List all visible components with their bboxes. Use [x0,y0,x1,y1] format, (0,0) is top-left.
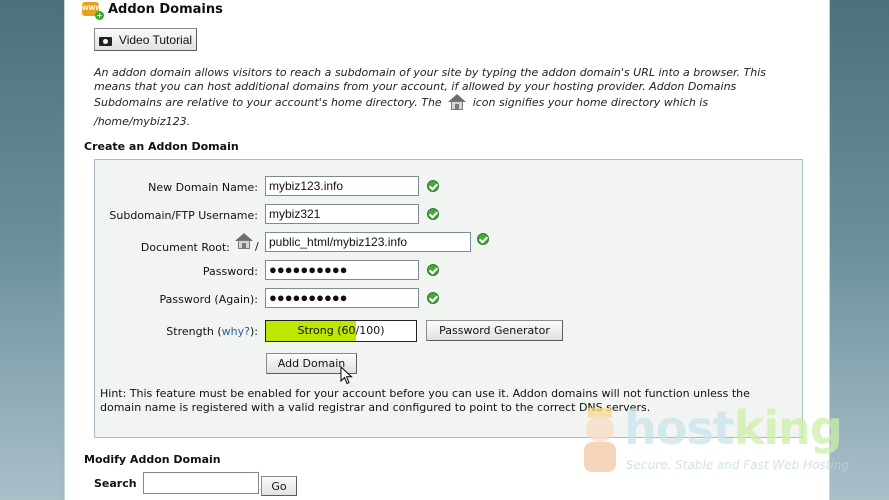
password-input[interactable]: ●●●●●●●●●● [265,260,419,280]
video-tutorial-label: Video Tutorial [118,32,193,47]
addon-domains-icon: WWW + [82,1,104,20]
left-background [0,0,60,500]
password-label: Password: [202,265,258,278]
strength-text: Strong (60/100) [297,324,385,337]
document-root-input[interactable]: public_html/mybiz123.info [265,232,471,252]
why-link[interactable]: why? [222,325,250,338]
page-header: WWW + Addon Domains [82,0,223,20]
password-generator-button[interactable]: Password Generator [426,320,563,341]
valid-check-icon [477,233,489,245]
document-root-label: Document Root: [140,241,230,254]
search-input[interactable] [143,472,259,494]
go-button[interactable]: Go [261,476,297,496]
camera-icon [98,34,113,46]
home-path-text: /home/mybiz123. [94,115,191,128]
modify-section-title: Modify Addon Domain [84,453,221,466]
subdomain-input[interactable]: mybiz321 [265,204,419,224]
create-section-title: Create an Addon Domain [84,140,239,153]
intro-text: An addon domain allows visitors to reach… [94,66,766,110]
valid-check-icon [427,264,439,276]
valid-check-icon [427,180,439,192]
document-root-prefix: / [255,240,259,253]
subdomain-label: Subdomain/FTP Username: [109,209,258,222]
password-again-label: Password (Again): [159,293,258,306]
new-domain-input[interactable]: mybiz123.info [265,176,419,196]
search-label: Search [94,477,137,490]
strength-label: Strength (why?): [166,325,258,338]
valid-check-icon [427,208,439,220]
new-domain-label: New Domain Name: [148,181,258,194]
password-again-input[interactable]: ●●●●●●●●●● [265,288,419,308]
video-tutorial-button[interactable]: Video Tutorial [94,28,197,51]
hostking-watermark-logo: hostking Secure, Stable and Fast Web Hos… [578,400,878,480]
home-directory-icon [234,233,254,250]
valid-check-icon [427,292,439,304]
page-title: Addon Domains [108,1,223,17]
mascot-icon [578,408,622,474]
home-directory-icon [447,94,467,110]
password-strength-meter: Strong (60/100) [265,320,417,342]
